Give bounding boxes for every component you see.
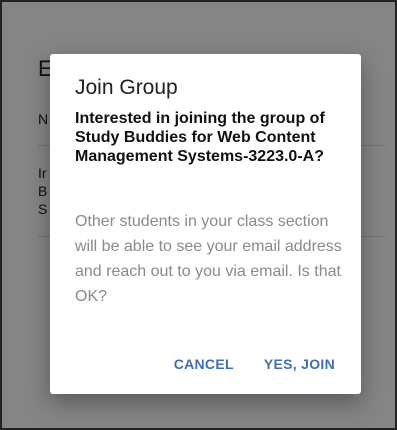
dialog-actions: CANCEL YES, JOIN bbox=[174, 356, 335, 372]
dialog-title: Join Group bbox=[75, 76, 178, 99]
cancel-button[interactable]: CANCEL bbox=[174, 356, 234, 372]
dialog-question: Interested in joining the group of Study… bbox=[75, 110, 325, 165]
dialog-body: Other students in your class section wil… bbox=[75, 213, 342, 305]
confirm-join-button[interactable]: YES, JOIN bbox=[264, 356, 335, 372]
app-frame: E N Ir B S Join Group Interested in join… bbox=[0, 0, 397, 430]
join-group-dialog: Join Group Interested in joining the gro… bbox=[50, 54, 361, 394]
